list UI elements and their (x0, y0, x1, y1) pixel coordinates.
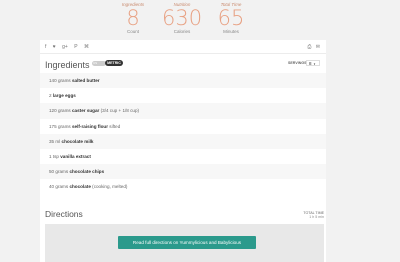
stat-value: 65 (217, 6, 245, 30)
twitter-icon[interactable]: ♥ (53, 44, 56, 50)
servings-select[interactable]: 8 ▾ (306, 59, 320, 66)
list-item: 140 grams salted butter (40, 73, 326, 89)
stat-value: 630 (162, 6, 203, 30)
chevron-down-icon: ▾ (313, 61, 316, 66)
list-item: 1 tsp vanilla extract (49, 153, 91, 159)
servings-label: SERVINGS (288, 61, 307, 65)
total-time: TOTAL TIME 1 h 5 min (303, 211, 324, 219)
list-item: 2 large eggs (49, 93, 76, 99)
email-icon[interactable]: ✉ (316, 44, 320, 50)
recipe-tools: ⎙ ✉ (307, 44, 320, 50)
units-toggle[interactable]: US (92, 60, 106, 66)
list-item: 175 grams self-raising flour sifted (49, 123, 121, 129)
directions-title: Directions (45, 209, 83, 219)
pinterest-icon[interactable]: P (74, 44, 77, 50)
print-icon[interactable]: ⎙ (307, 44, 311, 50)
read-directions-button[interactable]: Read full directions on Yummylicious and… (118, 236, 256, 249)
list-item: 40 grams chocolate (cooking, melted) (49, 184, 128, 190)
stat-value: 8 (126, 6, 140, 30)
servings-value: 8 (309, 60, 312, 66)
metric-button[interactable]: METRIC (105, 60, 123, 66)
stat-ingredients: Ingredients 8 Count (113, 2, 153, 34)
ingredients-title: Ingredients (45, 60, 90, 70)
ingredients-list: 140 grams salted butter 2 large eggs 120… (40, 73, 326, 195)
facebook-icon[interactable]: f (45, 44, 46, 50)
stat-total-time: Total Time 65 Minutes (211, 2, 251, 34)
share-bar: f ♥ g+ P ⌘ (45, 44, 94, 50)
stat-unit: Minutes (223, 29, 239, 34)
list-item: 50 grams chocolate chips (40, 164, 326, 180)
recipe-stats-bar: Ingredients 8 Count Nutrition 630 Calori… (0, 0, 400, 40)
directions-box: Read full directions on Yummylicious and… (45, 224, 324, 262)
list-item: 35 ml chocolate milk (40, 133, 326, 149)
divider (40, 53, 326, 54)
reddit-icon[interactable]: ⌘ (84, 44, 89, 50)
stat-unit: Count (126, 29, 139, 34)
list-item: 120 grams caster sugar (3/4 cup + 1/8 cu… (40, 103, 326, 119)
stat-nutrition: Nutrition 630 Calories (162, 2, 202, 34)
recipe-card: f ♥ g+ P ⌘ ⎙ ✉ Ingredients US METRIC SER… (40, 40, 326, 262)
total-time-value: 1 h 5 min (309, 215, 324, 219)
google-plus-icon[interactable]: g+ (62, 44, 68, 50)
